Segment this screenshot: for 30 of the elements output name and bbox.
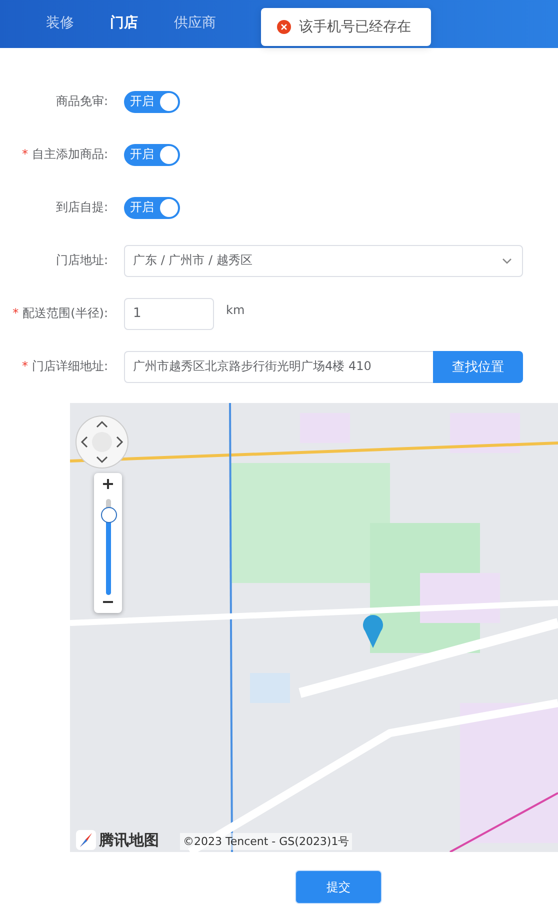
toggle-switch[interactable]: 开启: [124, 196, 180, 218]
address-field[interactable]: 广州市越秀区北京路步行街光明广场4楼 410: [124, 350, 433, 382]
compass-logo-icon: [76, 830, 96, 850]
field-label: * 自主添加商品:: [20, 146, 109, 163]
chevron-down-icon: [502, 258, 512, 264]
error-icon: [277, 20, 291, 34]
nav-tab[interactable]: 供应商: [174, 14, 216, 32]
unit-label: km: [226, 302, 245, 316]
field-label: 门店地址:: [54, 252, 109, 269]
field-label: 商品免审:: [54, 93, 109, 110]
field-label: * 配送范围(半径):: [12, 305, 109, 322]
submit-button[interactable]: 提交: [295, 870, 382, 904]
toggle-switch[interactable]: 开启: [124, 144, 180, 166]
find-location-button[interactable]: 查找位置: [433, 350, 523, 382]
zoom-thumb[interactable]: [101, 507, 117, 524]
input-field[interactable]: 1: [124, 298, 214, 330]
map[interactable]: 腾讯地图 ©2023 Tencent - GS(2023)1号: [70, 403, 558, 852]
nav-tab[interactable]: 装修: [46, 14, 74, 32]
zoom-slider[interactable]: [94, 473, 122, 613]
copyright-text: ©2023 Tencent - GS(2023)1号: [180, 833, 352, 850]
region-select[interactable]: 广东 / 广州市 / 越秀区: [124, 244, 523, 276]
map-pin-icon: [362, 615, 384, 649]
toast-message: 该手机号已经存在: [299, 18, 411, 36]
nav-tab[interactable]: 门店: [110, 14, 138, 32]
pan-control-icon[interactable]: [75, 415, 129, 469]
toggle-switch[interactable]: 开启: [124, 90, 180, 112]
field-label: 到店自提:: [54, 199, 109, 216]
zoom-in-icon[interactable]: [101, 477, 115, 491]
map-logo-text: 腾讯地图: [99, 830, 159, 850]
field-label: * 门店详细地址:: [20, 358, 109, 375]
